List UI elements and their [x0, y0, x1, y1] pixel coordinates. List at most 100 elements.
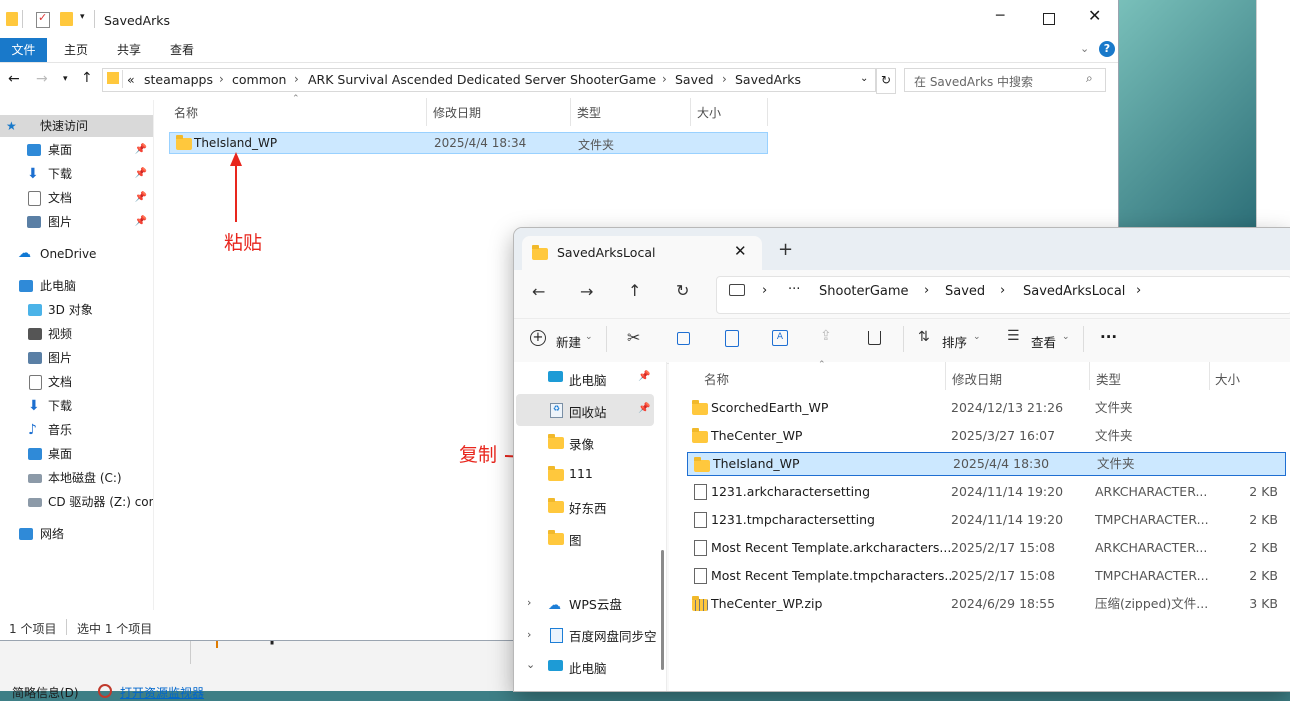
file-name: TheIsland_WP: [713, 456, 800, 471]
sidebar-item-wps-cloud[interactable]: WPS云盘: [569, 594, 622, 613]
close-tab-icon[interactable]: ✕: [734, 242, 747, 260]
file-icon: [694, 512, 707, 528]
new-button[interactable]: 新建: [556, 332, 581, 351]
file-date: 2025/4/4 18:30: [953, 456, 1050, 471]
sort-icon[interactable]: ⇅: [918, 329, 930, 345]
column-header-type[interactable]: 类型: [1096, 369, 1121, 388]
delete-trash-icon[interactable]: [868, 331, 881, 345]
chevron-right-icon[interactable]: ›: [527, 628, 531, 641]
sort-indicator-icon: ⌃: [818, 360, 826, 370]
breadcrumb-separator[interactable]: ›: [762, 283, 767, 298]
file-size: 2 KB: [1249, 512, 1278, 527]
file-row[interactable]: ScorchedEarth_WP 2024/12/13 21:26 文件夹: [686, 396, 1286, 420]
file-type: ARKCHARACTER...: [1095, 484, 1208, 499]
monitor-icon: [729, 284, 745, 296]
more-options-icon[interactable]: ···: [1100, 328, 1117, 346]
sidebar-scrollbar[interactable]: [661, 550, 664, 670]
view-list-icon[interactable]: ☰: [1007, 328, 1020, 344]
chevron-down-icon[interactable]: ⌄: [1062, 332, 1070, 342]
file-date: 2025/2/17 15:08: [951, 568, 1056, 583]
file-icon: [694, 540, 707, 556]
file-name: Most Recent Template.arkcharacters...: [711, 540, 952, 555]
file-type: TMPCHARACTER...: [1095, 512, 1209, 527]
column-divider[interactable]: [945, 362, 946, 390]
file-name: Most Recent Template.tmpcharacters...: [711, 568, 957, 583]
folder-icon: [692, 400, 708, 415]
back-arrow-icon[interactable]: ←: [532, 282, 545, 301]
explorer-window-savedarkslocal: SavedArksLocal ✕ + ← → ↑ ↻ › ··· Shooter…: [514, 228, 1290, 691]
chevron-down-icon[interactable]: ⌄: [526, 658, 535, 671]
file-name: TheCenter_WP: [711, 428, 803, 443]
breadcrumb-savedarkslocal[interactable]: SavedArksLocal: [1023, 284, 1125, 299]
file-type: 文件夹: [1097, 456, 1135, 471]
view-button[interactable]: 查看: [1031, 332, 1056, 351]
file-size: 2 KB: [1249, 484, 1278, 499]
share-icon[interactable]: ⇪: [820, 328, 832, 344]
tab-savedarkslocal[interactable]: SavedArksLocal ✕: [522, 236, 762, 270]
chevron-right-icon[interactable]: ›: [527, 596, 531, 609]
breadcrumb-saved[interactable]: Saved: [945, 284, 985, 299]
column-divider[interactable]: [1209, 362, 1210, 390]
sidebar-item-this-pc-tree[interactable]: 此电脑: [569, 658, 607, 677]
file-type: 压缩(zipped)文件...: [1095, 596, 1209, 611]
sidebar-item-good-stuff[interactable]: 好东西: [569, 498, 607, 517]
breadcrumb-separator[interactable]: ›: [1136, 283, 1141, 298]
breadcrumb-separator[interactable]: ›: [1000, 283, 1005, 298]
breadcrumb-shootergame[interactable]: ShooterGame: [819, 284, 909, 299]
annotation-copy: 复制: [459, 444, 498, 466]
file-icon: [694, 484, 707, 500]
paste-clipboard-icon[interactable]: [725, 330, 739, 347]
breadcrumb-separator[interactable]: ›: [924, 283, 929, 298]
file-row[interactable]: Most Recent Template.arkcharacters... 202…: [686, 536, 1286, 560]
file-date: 2025/3/27 16:07: [951, 428, 1056, 443]
sidebar-item-111[interactable]: 111: [569, 466, 593, 481]
computer-icon: [548, 660, 563, 671]
chevron-down-icon[interactable]: ⌄: [585, 332, 593, 342]
column-header-size[interactable]: 大小: [1215, 369, 1240, 388]
column-header-date[interactable]: 修改日期: [952, 369, 1002, 388]
folder-icon: [692, 428, 708, 443]
breadcrumb-overflow-icon[interactable]: ···: [788, 282, 800, 297]
new-tab-icon[interactable]: +: [778, 239, 793, 260]
file-row[interactable]: TheCenter_WP.zip 2024/6/29 18:55 压缩(zipped…: [686, 592, 1286, 616]
file-row[interactable]: TheCenter_WP 2025/3/27 16:07 文件夹: [686, 424, 1286, 448]
file-date: 2024/11/14 19:20: [951, 512, 1064, 527]
forward-arrow-icon[interactable]: →: [580, 282, 593, 301]
cut-scissors-icon[interactable]: ✂: [627, 328, 640, 347]
chevron-down-icon[interactable]: ⌄: [973, 332, 981, 342]
file-date: 2024/12/13 21:26: [951, 400, 1064, 415]
baidu-sync-icon: [550, 628, 563, 643]
pin-icon[interactable]: 📌: [638, 403, 650, 414]
file-name: 1231.tmpcharactersetting: [711, 512, 875, 527]
file-date: 2024/6/29 18:55: [951, 596, 1056, 611]
file-type: ARKCHARACTER...: [1095, 540, 1208, 555]
column-header-name[interactable]: 名称: [704, 369, 729, 388]
sidebar-item-recycle-bin[interactable]: 回收站: [569, 402, 607, 421]
sidebar-item-this-pc[interactable]: 此电脑: [569, 370, 607, 389]
file-row[interactable]: 1231.arkcharactersetting 2024/11/14 19:20…: [686, 480, 1286, 504]
refresh-icon[interactable]: ↻: [676, 281, 689, 300]
folder-icon: [548, 530, 564, 545]
file-type: 文件夹: [1095, 400, 1133, 415]
file-date: 2025/2/17 15:08: [951, 540, 1056, 555]
sidebar-item-recordings[interactable]: 录像: [569, 434, 594, 453]
rename-icon[interactable]: A: [772, 330, 788, 346]
folder-icon: [548, 466, 564, 481]
file-row[interactable]: Most Recent Template.tmpcharacters... 202…: [686, 564, 1286, 588]
file-size: 2 KB: [1249, 568, 1278, 583]
sidebar-item-pictures[interactable]: 图: [569, 530, 582, 549]
folder-icon: [548, 498, 564, 513]
column-divider[interactable]: [1089, 362, 1090, 390]
file-row[interactable]: 1231.tmpcharactersetting 2024/11/14 19:20…: [686, 508, 1286, 532]
file-row[interactable]: TheIsland_WP 2025/4/4 18:30 文件夹: [687, 452, 1286, 476]
copy-icon[interactable]: [677, 332, 690, 345]
up-arrow-icon[interactable]: ↑: [628, 281, 641, 300]
sidebar-item-baidu-sync[interactable]: 百度网盘同步空: [569, 626, 657, 645]
pin-icon[interactable]: 📌: [638, 371, 650, 382]
sort-button[interactable]: 排序: [942, 332, 967, 351]
new-plus-icon[interactable]: +: [530, 330, 546, 346]
tab-title: SavedArksLocal: [557, 245, 656, 260]
computer-icon: [548, 371, 563, 382]
file-name: 1231.arkcharactersetting: [711, 484, 871, 499]
file-icon: [694, 568, 707, 584]
